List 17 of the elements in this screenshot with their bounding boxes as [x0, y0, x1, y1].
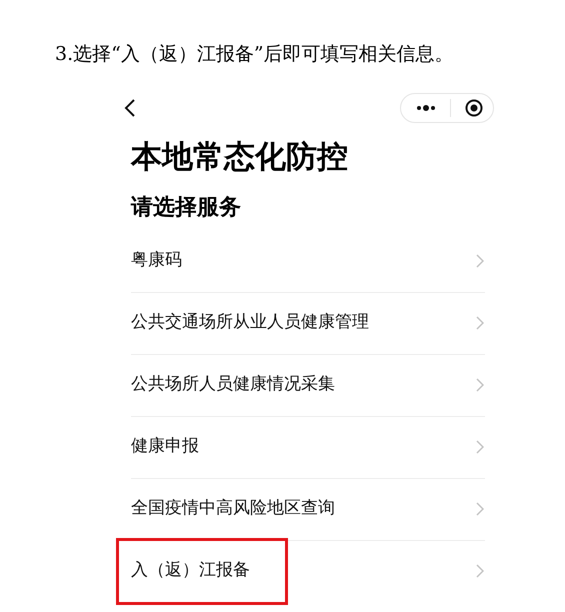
caption: 3.选择“入（返）江报备”后即可填写相关信息。: [55, 43, 454, 65]
section-title: 请选择服务: [131, 194, 242, 222]
service-item[interactable]: 健康申报: [131, 416, 485, 478]
page-title: 本地常态化防控: [131, 138, 349, 176]
service-item[interactable]: 全国疫情中高风险地区查询: [131, 478, 485, 540]
chevron-icon: [476, 502, 484, 516]
service-item[interactable]: 粤康码: [131, 230, 485, 292]
chevron-icon: [476, 440, 484, 454]
back-icon[interactable]: [124, 98, 136, 118]
chevron-icon: [476, 564, 484, 578]
chevron-icon: [476, 316, 484, 330]
chevron-icon: [476, 378, 484, 392]
service-item[interactable]: 入（返）江报备: [119, 540, 285, 602]
service-item[interactable]: 公共场所人员健康情况采集: [131, 354, 485, 416]
more-icon[interactable]: [416, 104, 436, 110]
service-item[interactable]: 公共交通场所从业人员健康管理: [131, 292, 485, 354]
chevron-icon: [476, 254, 484, 268]
